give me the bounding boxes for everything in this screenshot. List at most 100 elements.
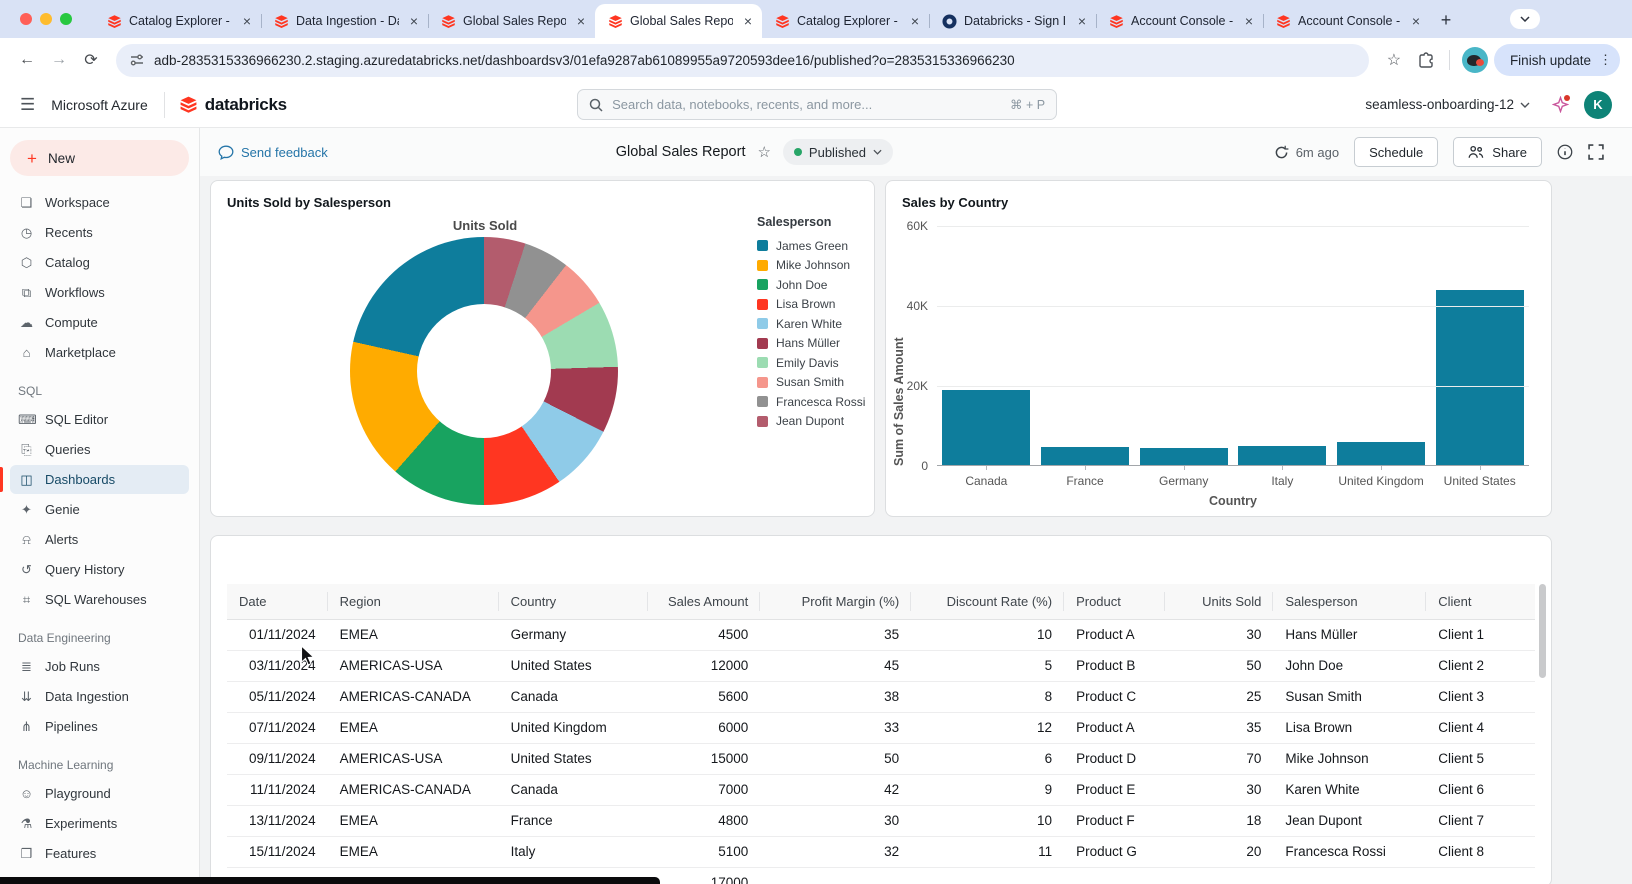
publish-status-dropdown[interactable]: Published [782, 139, 894, 165]
bar-united-states[interactable] [1435, 290, 1524, 466]
sidebar-item-dashboards[interactable]: ◫ Dashboards [0, 465, 189, 494]
bar-france[interactable] [1041, 446, 1129, 466]
sidebar-item-playground[interactable]: ☺ Playground [10, 779, 189, 808]
table-row[interactable]: 13/11/2024 EMEA France 4800 30 10 Product F 18 J… [227, 805, 1535, 837]
sidebar-item-compute[interactable]: ☁ Compute [10, 308, 189, 337]
databricks-logo[interactable]: databricks [179, 95, 287, 115]
reload-button[interactable]: ⟳ [76, 45, 106, 75]
finish-update-button[interactable]: Finish update ⋮ [1493, 44, 1620, 76]
sidebar-item-queries[interactable]: ⎘ Queries [10, 435, 189, 464]
tab-close-icon[interactable]: × [239, 13, 255, 29]
tab-close-icon[interactable]: × [740, 13, 756, 29]
table-row[interactable]: 01/11/2024 EMEA Germany 4500 35 10 Product A 30… [227, 619, 1535, 651]
table-row[interactable]: 09/11/2024 AMERICAS-USA United States 15000… [227, 743, 1535, 775]
zoom-window-icon[interactable] [60, 13, 72, 25]
tab-close-icon[interactable]: × [1408, 13, 1424, 29]
hamburger-menu-icon[interactable]: ☰ [20, 95, 35, 115]
legend-item[interactable]: Hans Müller [757, 334, 865, 354]
table-row[interactable]: 15/11/2024 EMEA Italy 5100 32 11 Product G 20 Fr… [227, 836, 1535, 868]
sidebar-item-data-ingestion[interactable]: ⇊ Data Ingestion [10, 682, 189, 711]
browser-tab[interactable]: Global Sales Repor × [428, 4, 595, 38]
table-row[interactable]: 05/11/2024 AMERICAS-CANADA Canada 5600 38 8 Pr… [227, 681, 1535, 713]
tab-close-icon[interactable]: × [406, 13, 422, 29]
table-scrollbar-thumb[interactable] [1539, 584, 1546, 678]
legend-item[interactable]: John Doe [757, 275, 865, 295]
minimize-window-icon[interactable] [40, 13, 52, 25]
column-header-discount-rate-[interactable]: Discount Rate (%) [911, 584, 1065, 620]
browser-tab[interactable]: Global Sales Repor × [595, 4, 762, 38]
send-feedback-link[interactable]: Send feedback [212, 144, 334, 161]
legend-item[interactable]: Lisa Brown [757, 295, 865, 315]
sidebar-item-workspace[interactable]: ❏ Workspace [10, 188, 189, 217]
browser-tab[interactable]: Catalog Explorer - × [94, 4, 261, 38]
share-button[interactable]: Share [1453, 137, 1542, 167]
refresh-status[interactable]: 6m ago [1274, 145, 1339, 160]
workspace-switcher[interactable]: seamless-onboarding-12 [1359, 96, 1536, 113]
legend-item[interactable]: Emily Davis [757, 353, 865, 373]
column-header-product[interactable]: Product [1064, 584, 1165, 620]
bookmark-star-icon[interactable]: ☆ [1379, 45, 1409, 75]
legend-item[interactable]: Karen White [757, 314, 865, 334]
sidebar-item-catalog[interactable]: ⬡ Catalog [10, 248, 189, 277]
column-header-client[interactable]: Client [1426, 584, 1535, 620]
legend-item[interactable]: Jean Dupont [757, 412, 865, 432]
legend-item[interactable]: Mike Johnson [757, 256, 865, 276]
sidebar-item-recents[interactable]: ◷ Recents [10, 218, 189, 247]
user-avatar[interactable]: K [1584, 90, 1612, 119]
browser-tab[interactable]: Databricks - Sign I × [929, 4, 1096, 38]
bar-italy[interactable] [1238, 445, 1327, 466]
browser-tab[interactable]: Account Console - × [1263, 4, 1430, 38]
column-header-region[interactable]: Region [327, 584, 499, 620]
browser-tab[interactable]: Account Console - × [1096, 4, 1263, 38]
extensions-icon[interactable] [1411, 45, 1441, 75]
sidebar-item-query-history[interactable]: ↺ Query History [10, 555, 189, 584]
sidebar-item-alerts[interactable]: ⍾ Alerts [10, 525, 189, 554]
sidebar-item-pipelines[interactable]: ⋔ Pipelines [10, 712, 189, 741]
bar-germany[interactable] [1139, 448, 1228, 466]
back-button[interactable]: ← [12, 45, 42, 75]
table-row[interactable]: 07/11/2024 EMEA United Kingdom 6000 33 12 Prod… [227, 712, 1535, 744]
browser-tab[interactable]: Data Ingestion - Da × [261, 4, 428, 38]
schedule-button[interactable]: Schedule [1354, 137, 1439, 167]
column-header-profit-margin-[interactable]: Profit Margin (%) [760, 584, 912, 620]
table-row[interactable]: 03/11/2024 AMERICAS-USA United States 12000… [227, 650, 1535, 682]
tab-search-chevron-button[interactable] [1510, 9, 1540, 29]
donut-chart[interactable] [350, 237, 618, 505]
table-row[interactable]: 11/11/2024 AMERICAS-CANADA Canada 7000 42 9 Pr… [227, 774, 1535, 806]
bar-canada[interactable] [942, 390, 1031, 466]
forward-button[interactable]: → [44, 45, 74, 75]
browser-tab[interactable]: Catalog Explorer - × [762, 4, 929, 38]
column-header-country[interactable]: Country [498, 584, 648, 620]
sidebar-item-genie[interactable]: ✦ Genie [10, 495, 189, 524]
tab-close-icon[interactable]: × [1074, 13, 1090, 29]
legend-item[interactable]: Susan Smith [757, 373, 865, 393]
browser-menu-icon[interactable]: ⋮ [1599, 53, 1612, 66]
close-window-icon[interactable] [20, 13, 32, 25]
new-tab-button[interactable]: + [1432, 6, 1460, 34]
legend-item[interactable]: Francesca Rossi [757, 392, 865, 412]
column-header-sales-amount[interactable]: Sales Amount [647, 584, 761, 620]
info-button[interactable] [1557, 144, 1573, 160]
tab-close-icon[interactable]: × [907, 13, 923, 29]
url-text[interactable]: adb-2835315336966230.2.staging.azuredata… [154, 53, 1015, 68]
chrome-profile-avatar[interactable] [1461, 47, 1488, 73]
site-settings-icon[interactable] [130, 53, 144, 67]
legend-item[interactable]: James Green [757, 236, 865, 256]
sidebar-item-marketplace[interactable]: ⌂ Marketplace [10, 338, 189, 367]
sidebar-item-job-runs[interactable]: ≣ Job Runs [10, 652, 189, 681]
favorite-star-icon[interactable]: ☆ [757, 143, 770, 161]
new-button[interactable]: + New [10, 140, 189, 176]
fullscreen-button[interactable] [1588, 144, 1604, 160]
address-bar[interactable]: adb-2835315336966230.2.staging.azuredata… [116, 43, 1369, 77]
sidebar-item-workflows[interactable]: ⧉ Workflows [10, 278, 189, 307]
tab-close-icon[interactable]: × [1241, 13, 1257, 29]
sidebar-item-sql-warehouses[interactable]: ⌗ SQL Warehouses [10, 585, 189, 614]
sidebar-item-experiments[interactable]: ⚗ Experiments [10, 809, 189, 838]
sidebar-item-sql-editor[interactable]: ⌨ SQL Editor [10, 405, 189, 434]
bar-united-kingdom[interactable] [1337, 442, 1425, 466]
assistant-sparkle-icon[interactable] [1550, 94, 1570, 115]
column-header-date[interactable]: Date [227, 584, 328, 620]
tab-close-icon[interactable]: × [573, 13, 589, 29]
column-header-salesperson[interactable]: Salesperson [1273, 584, 1427, 620]
column-header-units-sold[interactable]: Units Sold [1164, 584, 1274, 620]
